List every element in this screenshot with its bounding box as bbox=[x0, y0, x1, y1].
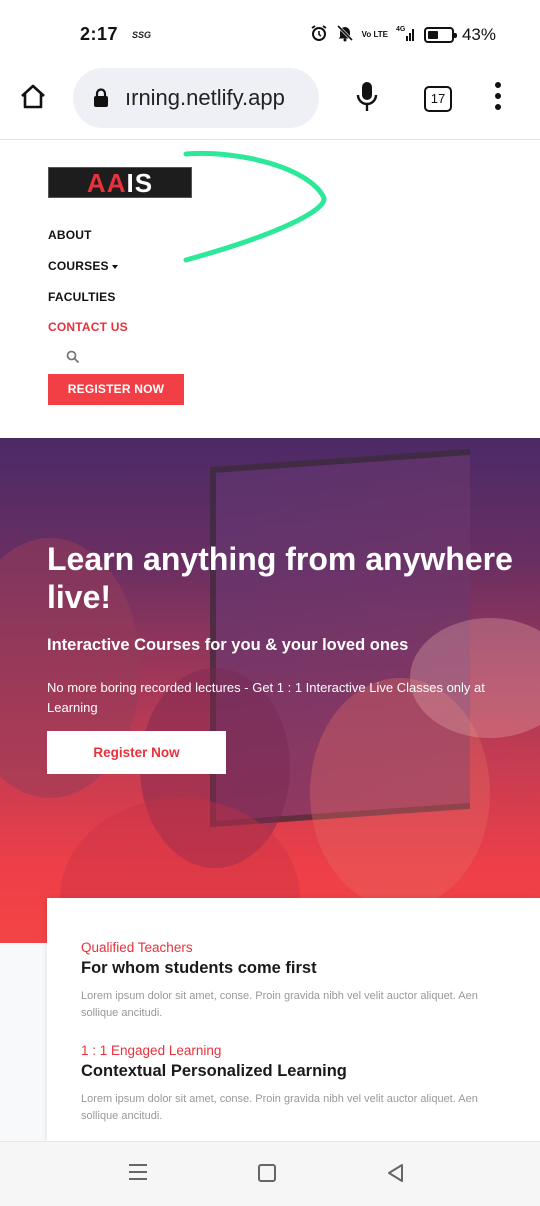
hero-subtitle: Interactive Courses for you & your loved… bbox=[47, 636, 409, 654]
feature-title: Contextual Personalized Learning bbox=[81, 1062, 347, 1080]
hero-title-line1: Learn anything from anywhere bbox=[47, 541, 513, 577]
tabs-icon[interactable]: 17 bbox=[424, 86, 452, 112]
feature-text: Lorem ipsum dolor sit amet, conse. Proin… bbox=[81, 1091, 540, 1125]
feature-text-line2: sollique ancitudi. bbox=[81, 1007, 163, 1019]
feature-text-line1: Lorem ipsum dolor sit amet, conse. Proin… bbox=[81, 1093, 478, 1105]
feature-tag: Qualified Teachers bbox=[81, 940, 193, 955]
back-icon[interactable] bbox=[386, 1163, 406, 1183]
volte-icon: Vo LTE bbox=[361, 29, 388, 39]
home-icon[interactable] bbox=[18, 82, 54, 118]
hero-description: No more boring recorded lectures - Get 1… bbox=[47, 678, 540, 718]
hero-title-line2: live! bbox=[47, 579, 112, 615]
status-icons: Vo LTE 4G 43% bbox=[310, 24, 496, 45]
nav-courses[interactable]: COURSES bbox=[48, 259, 118, 273]
logo-text-white: IS bbox=[126, 168, 154, 198]
recent-apps-icon[interactable] bbox=[129, 1164, 147, 1182]
feature-text-line2: sollique ancitudi. bbox=[81, 1110, 163, 1122]
lock-icon bbox=[93, 88, 109, 108]
signal-icon: 4G bbox=[396, 24, 416, 45]
mic-icon[interactable] bbox=[354, 80, 380, 116]
feature-title: For whom students come first bbox=[81, 959, 317, 977]
battery-icon bbox=[423, 26, 457, 43]
overflow-menu-icon[interactable] bbox=[494, 82, 502, 112]
feature-text-line1: Lorem ipsum dolor sit amet, conse. Proin… bbox=[81, 990, 478, 1002]
svg-text:4G: 4G bbox=[396, 26, 406, 33]
battery-percent: 43% bbox=[461, 24, 496, 44]
search-icon[interactable] bbox=[66, 350, 80, 364]
hero-section: Learn anything from anywhere live! Inter… bbox=[0, 438, 540, 943]
feature-text: Lorem ipsum dolor sit amet, conse. Proin… bbox=[81, 988, 540, 1022]
status-bar: 2:17 SSG Vo LTE 4G 43% bbox=[0, 0, 540, 64]
address-bar[interactable]: ırning.netlify.app bbox=[73, 68, 319, 128]
nav-about[interactable]: ABOUT bbox=[48, 228, 92, 242]
hero-description-line2: Learning bbox=[47, 700, 98, 715]
hero-description-line1: No more boring recorded lectures - Get 1… bbox=[47, 680, 485, 695]
alarm-icon bbox=[310, 24, 328, 45]
mute-icon bbox=[336, 24, 354, 45]
hero-register-button[interactable]: Register Now bbox=[47, 731, 226, 774]
site-logo[interactable]: AAIS bbox=[48, 167, 192, 198]
register-now-button[interactable]: REGISTER NOW bbox=[48, 374, 184, 405]
system-home-icon[interactable] bbox=[258, 1164, 276, 1182]
status-time: 2:17 bbox=[80, 24, 119, 44]
system-navigation-bar bbox=[0, 1141, 540, 1206]
nav-contact[interactable]: CONTACT US bbox=[48, 320, 128, 334]
browser-toolbar: ırning.netlify.app 17 bbox=[0, 64, 540, 140]
nav-courses-label: COURSES bbox=[48, 259, 109, 273]
caret-down-icon bbox=[111, 264, 118, 269]
green-annotation-stroke bbox=[183, 150, 327, 263]
url-text: ırning.netlify.app bbox=[125, 85, 285, 110]
nav-faculties[interactable]: FACULTIES bbox=[48, 290, 116, 304]
hero-title: Learn anything from anywhere live! bbox=[47, 540, 540, 616]
feature-tag: 1 : 1 Engaged Learning bbox=[81, 1043, 222, 1058]
carrier-badge: SSG bbox=[132, 30, 152, 40]
logo-text-red: AA bbox=[86, 168, 127, 198]
